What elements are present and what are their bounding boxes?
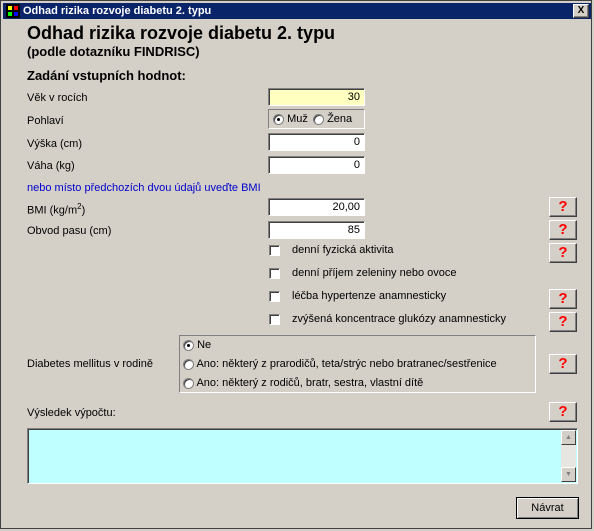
sex-female-radio[interactable] bbox=[313, 113, 324, 125]
waist-input[interactable]: 85 bbox=[268, 221, 365, 239]
bmi-help-button[interactable]: ? bbox=[549, 197, 577, 217]
hypertension-checkbox[interactable] bbox=[269, 291, 280, 302]
glucose-help-button[interactable]: ? bbox=[549, 312, 577, 332]
age-input[interactable]: 30 bbox=[268, 88, 365, 106]
sex-radio-group: Muž Žena bbox=[268, 109, 365, 129]
weight-input[interactable]: 0 bbox=[268, 156, 365, 174]
bmi-hint: nebo místo předchozích dvou údajů uveďte… bbox=[27, 182, 261, 194]
scroll-down-icon[interactable]: ▼ bbox=[561, 467, 576, 482]
height-label: Výška (cm) bbox=[27, 138, 82, 150]
sex-male-label: Muž bbox=[287, 113, 308, 125]
result-textarea[interactable]: ▲ ▼ bbox=[27, 428, 578, 484]
page-subtitle: (podle dotazníku FINDRISC) bbox=[27, 44, 200, 59]
family-help-button[interactable]: ? bbox=[549, 354, 577, 374]
family-option-distant[interactable]: Ano: některý z prarodičů, teta/strýc neb… bbox=[183, 358, 497, 370]
app-window: Odhad rizika rozvoje diabetu 2. typu X O… bbox=[0, 0, 592, 529]
glucose-label: zvýšená koncentrace glukózy anamnesticky bbox=[292, 313, 506, 325]
family-distant-label: Ano: některý z prarodičů, teta/strýc neb… bbox=[196, 358, 497, 370]
sex-male-option[interactable]: Muž bbox=[273, 113, 308, 125]
app-icon bbox=[6, 4, 20, 18]
family-option-no[interactable]: Ne bbox=[183, 339, 211, 351]
waist-help-button[interactable]: ? bbox=[549, 220, 577, 240]
vegetables-label: denní příjem zeleniny nebo ovoce bbox=[292, 267, 457, 279]
activity-checkbox[interactable] bbox=[269, 245, 280, 256]
family-no-label: Ne bbox=[197, 339, 212, 351]
vegetables-checkbox[interactable] bbox=[269, 268, 280, 279]
family-close-radio[interactable] bbox=[183, 377, 194, 389]
activity-help-button[interactable]: ? bbox=[549, 243, 577, 263]
result-help-button[interactable]: ? bbox=[549, 402, 577, 422]
section-heading: Zadání vstupních hodnot: bbox=[27, 68, 186, 83]
page-title: Odhad rizika rozvoje diabetu 2. typu bbox=[27, 23, 336, 43]
title-bar[interactable]: Odhad rizika rozvoje diabetu 2. typu X bbox=[3, 3, 591, 19]
bmi-input[interactable]: 20,00 bbox=[268, 198, 365, 216]
hypertension-label: léčba hypertenze anamnesticky bbox=[292, 290, 447, 302]
family-label: Diabetes mellitus v rodině bbox=[27, 358, 153, 370]
glucose-checkbox[interactable] bbox=[269, 314, 280, 325]
age-label: Věk v rocích bbox=[27, 92, 88, 104]
bmi-label-end: ) bbox=[81, 204, 86, 217]
window-title: Odhad rizika rozvoje diabetu 2. typu bbox=[23, 5, 212, 17]
sex-female-label: Žena bbox=[327, 113, 353, 125]
family-distant-radio[interactable] bbox=[183, 358, 194, 370]
activity-label: denní fyzická aktivita bbox=[292, 244, 394, 256]
scroll-up-icon[interactable]: ▲ bbox=[561, 430, 576, 445]
result-scrollbar[interactable]: ▲ ▼ bbox=[561, 430, 576, 482]
sex-female-option[interactable]: Žena bbox=[313, 113, 352, 125]
sex-male-radio[interactable] bbox=[273, 113, 284, 125]
family-close-label: Ano: některý z rodičů, bratr, sestra, vl… bbox=[196, 377, 424, 389]
close-button[interactable]: X bbox=[573, 4, 589, 18]
sex-label: Pohlaví bbox=[27, 115, 64, 127]
family-radio-group: Ne Ano: některý z prarodičů, teta/strýc … bbox=[179, 335, 536, 393]
family-no-radio[interactable] bbox=[183, 339, 194, 351]
height-input[interactable]: 0 bbox=[268, 133, 365, 151]
bmi-label: BMI (kg/m2) bbox=[27, 202, 85, 217]
waist-label: Obvod pasu (cm) bbox=[27, 225, 112, 237]
weight-label: Váha (kg) bbox=[27, 160, 75, 172]
back-button[interactable]: Návrat bbox=[516, 497, 579, 519]
family-option-close[interactable]: Ano: některý z rodičů, bratr, sestra, vl… bbox=[183, 377, 423, 389]
bmi-label-text: BMI (kg/m bbox=[27, 204, 78, 217]
hypertension-help-button[interactable]: ? bbox=[549, 289, 577, 309]
result-label: Výsledek výpočtu: bbox=[27, 407, 116, 419]
